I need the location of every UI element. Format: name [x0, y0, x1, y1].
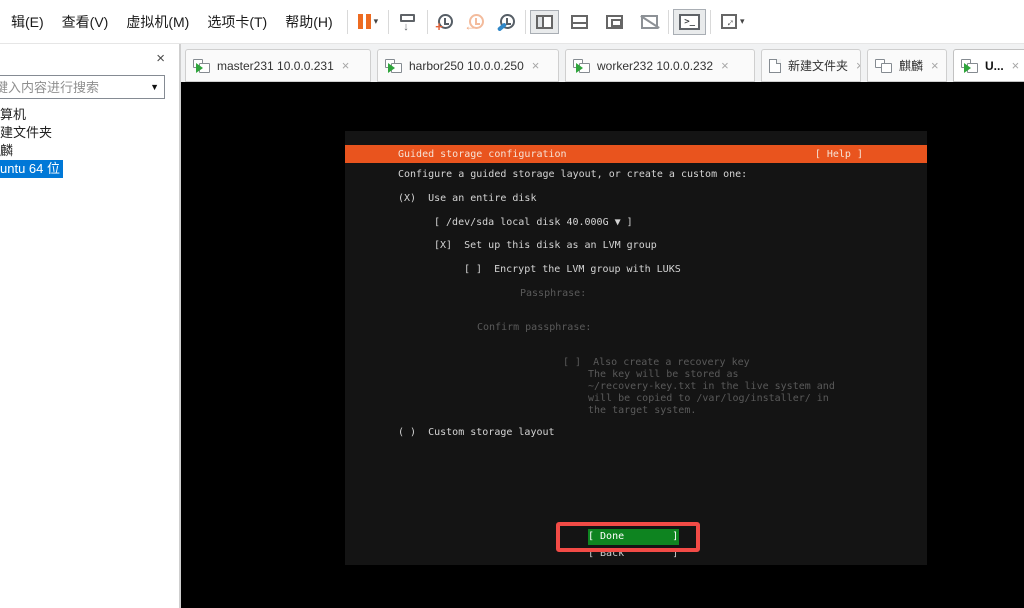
close-icon[interactable]: × — [1012, 58, 1020, 73]
tab-kylin[interactable]: 麒麟 × — [867, 49, 947, 82]
search-dropdown-icon[interactable]: ▼ — [150, 82, 159, 92]
tab-worker232[interactable]: worker232 10.0.0.232 × — [565, 49, 755, 82]
ctrl-alt-del-icon: ↓ — [399, 13, 417, 33]
ubuntu-installer-screen: Guided storage configuration [ Help ] Co… — [345, 131, 927, 565]
chevron-down-icon[interactable]: ▾ — [374, 16, 379, 27]
checkbox-recovery-key: [ ] Also create a recovery key — [563, 357, 750, 368]
library-sidebar: × ▼ 算机 建文件夹 麟 untu 64 位 — [0, 44, 181, 608]
tab-harbor250[interactable]: harbor250 10.0.0.250 × — [377, 49, 559, 82]
close-icon[interactable]: × — [931, 58, 939, 73]
close-icon[interactable]: × — [152, 49, 169, 68]
chevron-down-icon[interactable]: ▾ — [740, 16, 745, 27]
toolbar-separator — [525, 9, 527, 34]
tree-item-kylin[interactable]: 麟 — [0, 142, 179, 160]
fit-window-icon — [721, 14, 738, 29]
recovery-key-description: will be copied to /var/log/installer/ in — [588, 393, 829, 404]
menu-bar: 辑(E) 查看(V) 虚拟机(M) 选项卡(T) 帮助(H) ▾ ↓ + ← >… — [0, 0, 1024, 44]
console-icon: >_ — [679, 13, 701, 30]
close-icon[interactable]: × — [532, 58, 540, 73]
close-icon[interactable]: × — [856, 58, 860, 73]
disk-select-dropdown[interactable]: [ /dev/sda local disk 40.000G ▼ ] — [434, 217, 633, 229]
vm-console-area: Guided storage configuration [ Help ] Co… — [181, 82, 1024, 608]
pause-vm-button[interactable]: ▾ — [353, 10, 384, 33]
tab-new-folder[interactable]: 新建文件夹 × — [761, 49, 861, 82]
radio-use-entire-disk[interactable]: (X) Use an entire disk — [398, 193, 536, 205]
menu-view[interactable]: 查看(V) — [53, 7, 118, 37]
help-button[interactable]: [ Help ] — [815, 149, 863, 160]
folder-icon — [875, 58, 892, 73]
vmware-workstation-window: 辑(E) 查看(V) 虚拟机(M) 选项卡(T) 帮助(H) ▾ ↓ + ← >… — [0, 0, 1024, 608]
toolbar-separator — [346, 9, 348, 34]
fullscreen-icon — [606, 14, 624, 29]
menu-tabs[interactable]: 选项卡(T) — [198, 7, 276, 37]
passphrase-label: Passphrase: — [520, 288, 587, 299]
show-thumbnail-bar-button[interactable] — [566, 11, 593, 33]
unity-mode-button[interactable] — [636, 11, 663, 33]
new-item-icon — [769, 58, 781, 73]
menu-help[interactable]: 帮助(H) — [276, 7, 341, 37]
toolbar-separator — [427, 9, 429, 34]
recovery-key-description: ~/recovery-key.txt in the live system an… — [588, 381, 835, 392]
vm-tab-bar: master231 10.0.0.231 × harbor250 10.0.0.… — [181, 44, 1024, 82]
vm-running-icon — [193, 58, 210, 73]
fit-guest-button[interactable]: ▾ — [716, 10, 750, 33]
recovery-key-description: The key will be stored as — [588, 369, 739, 380]
page-title: Guided storage configuration — [398, 148, 567, 160]
checkbox-lvm-group[interactable]: [X] Set up this disk as an LVM group — [434, 240, 657, 252]
revert-snapshot-icon: ← — [464, 14, 485, 33]
checkbox-encrypt-luks[interactable]: [ ] Encrypt the LVM group with LUKS — [464, 264, 681, 276]
thumbnail-bar-icon — [571, 14, 589, 29]
tree-item-ubuntu-64[interactable]: untu 64 位 — [0, 160, 179, 178]
confirm-passphrase-label: Confirm passphrase: — [477, 322, 592, 333]
recovery-key-description: the target system. — [588, 405, 697, 416]
tab-ubuntu-active[interactable]: U... × — [953, 49, 1024, 82]
take-snapshot-button[interactable]: + — [433, 10, 458, 34]
tab-master231[interactable]: master231 10.0.0.231 × — [185, 49, 371, 82]
toolbar-separator — [710, 9, 712, 34]
radio-custom-storage-layout[interactable]: ( ) Custom storage layout — [398, 427, 555, 439]
vm-running-icon — [385, 58, 402, 73]
snapshot-manager-button[interactable] — [495, 10, 520, 33]
vm-tree: 算机 建文件夹 麟 untu 64 位 — [0, 99, 179, 608]
menu-vm[interactable]: 虚拟机(M) — [117, 7, 198, 37]
tree-item-computer[interactable]: 算机 — [0, 106, 179, 124]
virtual-console-button[interactable]: >_ — [673, 8, 707, 35]
vm-running-icon — [573, 58, 590, 73]
vm-running-icon — [961, 58, 978, 73]
tree-item-new-folder[interactable]: 建文件夹 — [0, 124, 179, 142]
red-annotation-box — [556, 522, 700, 552]
library-search-box: ▼ — [0, 75, 165, 99]
menu-edit[interactable]: 辑(E) — [2, 7, 53, 37]
unity-mode-icon — [641, 14, 659, 29]
show-library-button[interactable] — [530, 9, 560, 34]
toolbar-separator — [388, 9, 390, 34]
revert-snapshot-button[interactable]: ← — [464, 10, 489, 33]
send-ctrl-alt-del-button[interactable]: ↓ — [394, 9, 422, 34]
take-snapshot-icon: + — [435, 14, 454, 34]
toolbar-separator — [668, 9, 670, 34]
search-input[interactable] — [0, 76, 143, 98]
library-panel-icon — [536, 14, 554, 29]
snapshot-manager-icon — [497, 14, 516, 32]
close-icon[interactable]: × — [342, 58, 350, 73]
sidebar-header: × — [0, 44, 179, 72]
pause-icon — [357, 14, 371, 29]
close-icon[interactable]: × — [721, 58, 729, 73]
enter-fullscreen-button[interactable] — [601, 11, 628, 33]
installer-title-bar: Guided storage configuration [ Help ] — [345, 145, 927, 163]
installer-subtitle: Configure a guided storage layout, or cr… — [398, 169, 748, 180]
